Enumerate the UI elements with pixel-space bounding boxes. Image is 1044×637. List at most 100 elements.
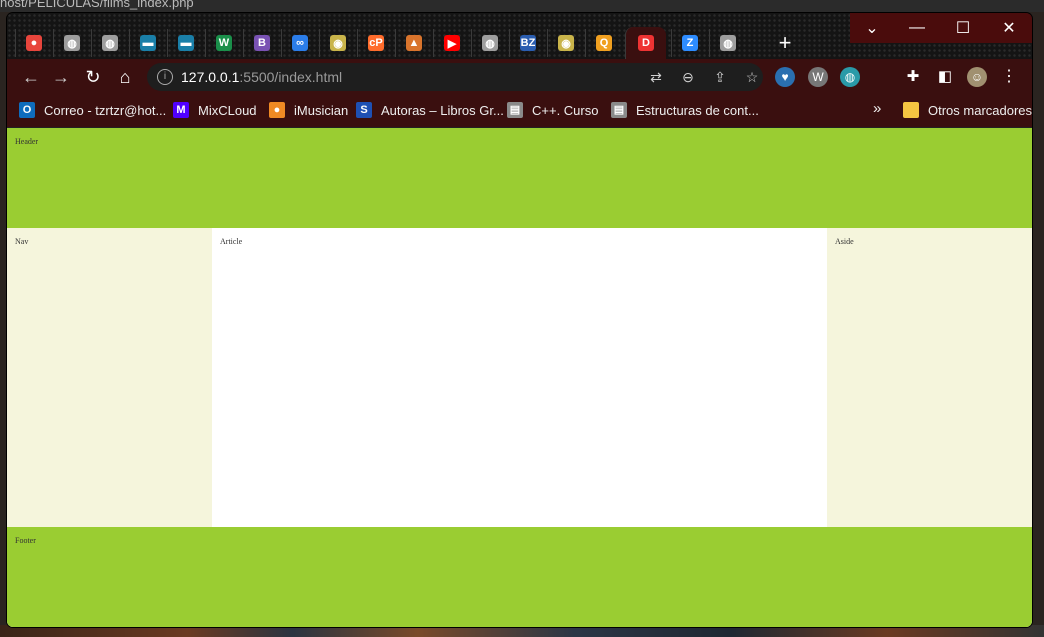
maximize-button[interactable]: ☐: [940, 13, 986, 43]
translate-icon[interactable]: ⇄: [647, 68, 665, 86]
bookmark-item[interactable]: O Correo - tzrtzr@hot...: [19, 102, 166, 118]
tab-search-button[interactable]: ⌄: [850, 13, 894, 43]
browser-tab[interactable]: B: [243, 29, 280, 57]
site-info-icon[interactable]: i: [157, 69, 173, 85]
browser-tab[interactable]: ◍: [53, 29, 90, 57]
youtube-icon: ▶: [444, 35, 460, 51]
browser-tab[interactable]: ▶: [433, 29, 470, 57]
browser-tab[interactable]: W: [205, 29, 242, 57]
bookmark-item[interactable]: S Autoras – Libros Gr...: [356, 102, 504, 118]
browser-tab[interactable]: ◉: [319, 29, 356, 57]
dash-icon: ▬: [178, 35, 194, 51]
bookmark-item[interactable]: M MixCLoud: [173, 102, 257, 118]
address-bar[interactable]: i 127.0.0.1:5500/index.html ⇄ ⊖ ⇪ ☆: [147, 63, 763, 91]
page-aside-section: Aside: [827, 228, 1032, 527]
tab-strip: + ⌄ — ☐ ✕ ● ◍ ◍ ▬ ▬ W B ∞ ◉ cP ▲ ▶ ◍ BZ ◉ Q D Z ◍: [7, 13, 1032, 59]
browser-tab[interactable]: ▲: [395, 29, 432, 57]
chrome-icon: ●: [26, 35, 42, 51]
profile-avatar[interactable]: ☺: [967, 67, 987, 87]
bookmark-label: Correo - tzrtzr@hot...: [44, 102, 167, 118]
browser-tab[interactable]: Q: [585, 29, 622, 57]
dash-icon: ▬: [140, 35, 156, 51]
browser-tab[interactable]: ◍: [91, 29, 128, 57]
bookmark-item[interactable]: ▤ Estructuras de cont...: [611, 102, 759, 118]
outlook-icon: O: [19, 102, 35, 118]
share-icon[interactable]: ⇪: [711, 68, 729, 86]
browser-tab[interactable]: ◉: [547, 29, 584, 57]
bookmarks-overflow-button[interactable]: »: [873, 100, 881, 117]
background-window-title: host/PELICULAS/films_index.php: [0, 0, 1044, 12]
zoom-icon: Z: [682, 35, 698, 51]
background-window-path: host/PELICULAS/films_index.php: [0, 0, 194, 10]
other-bookmarks-label: Otros marcadores: [928, 102, 1032, 118]
clock-icon: ◉: [558, 35, 574, 51]
page-nav-section: Nav: [7, 228, 212, 527]
q-icon: Q: [596, 35, 612, 51]
forward-button[interactable]: →: [49, 65, 73, 89]
page-content: Header Nav Article Aside Footer: [7, 128, 1032, 627]
browser-window: + ⌄ — ☐ ✕ ● ◍ ◍ ▬ ▬ W B ∞ ◉ cP ▲ ▶ ◍ BZ ◉ Q D Z ◍ ← → ↻ ⌂ …: [7, 13, 1032, 627]
bookmark-label: Estructuras de cont...: [636, 102, 759, 118]
browser-tab[interactable]: D: [625, 27, 666, 59]
infinity-icon: ∞: [292, 35, 308, 51]
mixcloud-icon: M: [173, 102, 189, 118]
bookmark-label: C++. Curso: [532, 102, 599, 118]
bookmark-star-icon[interactable]: ☆: [743, 68, 761, 86]
s-icon: S: [356, 102, 372, 118]
globe-icon: ◍: [720, 35, 736, 51]
bootstrap-icon: B: [254, 35, 270, 51]
browser-tab[interactable]: ◍: [471, 29, 508, 57]
book-icon: ▤: [507, 102, 523, 118]
close-window-button[interactable]: ✕: [986, 13, 1032, 43]
bz-icon: BZ: [520, 35, 536, 51]
globe-icon: ◍: [482, 35, 498, 51]
browser-tab[interactable]: Z: [671, 29, 708, 57]
bookmark-item[interactable]: ● iMusician: [269, 102, 348, 118]
extensions-puzzle-icon[interactable]: ✚: [903, 67, 923, 87]
url-host: 127.0.0.1: [181, 69, 240, 85]
home-button[interactable]: ⌂: [113, 65, 137, 89]
browser-tab[interactable]: cP: [357, 29, 394, 57]
clock-icon: ◉: [330, 35, 346, 51]
nav-label: Nav: [15, 237, 29, 246]
password-extension-icon[interactable]: ♥: [775, 67, 795, 87]
reload-button[interactable]: ↻: [81, 65, 105, 89]
back-button[interactable]: ←: [19, 65, 43, 89]
page-footer-section: Footer: [7, 527, 1032, 627]
bookmark-label: Autoras – Libros Gr...: [381, 102, 504, 118]
fire-icon: ▲: [406, 35, 422, 51]
bookmark-label: iMusician: [294, 102, 349, 118]
cpanel-icon: cP: [368, 35, 384, 51]
browser-toolbar: ← → ↻ ⌂ i 127.0.0.1:5500/index.html ⇄ ⊖ …: [7, 59, 1032, 95]
bookmarks-bar: » Otros marcadores O Correo - tzrtzr@hot.…: [7, 95, 1032, 128]
w-extension-icon[interactable]: W: [808, 67, 828, 87]
browser-tab[interactable]: ◍: [709, 29, 746, 57]
bookmark-item[interactable]: ▤ C++. Curso: [507, 102, 598, 118]
window-controls: ⌄ — ☐ ✕: [850, 13, 1032, 43]
globe-icon: ◍: [102, 35, 118, 51]
header-label: Header: [15, 137, 39, 146]
footer-label: Footer: [15, 536, 36, 545]
globe-extension-icon[interactable]: ◍: [840, 67, 860, 87]
imusician-icon: ●: [269, 102, 285, 118]
page-article-section: Article: [212, 228, 827, 527]
browser-tab[interactable]: ●: [15, 29, 52, 57]
menu-kebab-icon[interactable]: ⋮: [999, 67, 1019, 87]
zoom-icon[interactable]: ⊖: [679, 68, 697, 86]
browser-tab[interactable]: ∞: [281, 29, 318, 57]
url-path: :5500/index.html: [239, 69, 343, 85]
new-tab-button[interactable]: +: [772, 31, 798, 57]
other-bookmarks-folder[interactable]: Otros marcadores: [903, 102, 1032, 118]
w-icon: W: [216, 35, 232, 51]
browser-tab[interactable]: BZ: [509, 29, 546, 57]
folder-icon: [903, 102, 919, 118]
page-header-section: Header: [7, 128, 1032, 228]
side-panel-icon[interactable]: ◧: [935, 67, 955, 87]
url-text[interactable]: 127.0.0.1:5500/index.html: [181, 69, 342, 85]
aside-label: Aside: [835, 237, 854, 246]
book-icon: ▤: [611, 102, 627, 118]
browser-tab[interactable]: ▬: [167, 29, 204, 57]
doc-icon: D: [638, 35, 654, 51]
browser-tab[interactable]: ▬: [129, 29, 166, 57]
minimize-button[interactable]: —: [894, 13, 940, 43]
